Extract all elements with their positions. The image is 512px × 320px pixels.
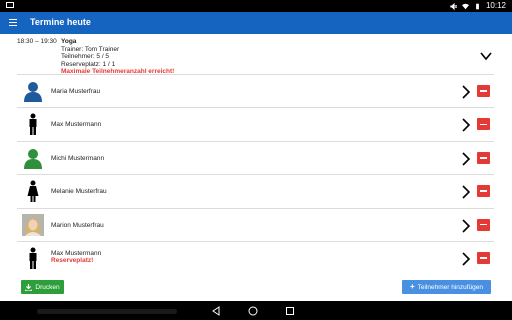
chevron-right-icon[interactable] (461, 252, 471, 266)
home-icon[interactable] (248, 306, 258, 316)
course-reserve: Reserveplatz: 1 / 1 (61, 60, 116, 68)
hamburger-menu-icon[interactable] (9, 19, 17, 27)
photo-avatar (22, 213, 44, 236)
chevron-right-icon[interactable] (461, 152, 471, 166)
participant-row[interactable]: Marion Musterfrau (17, 207, 494, 241)
chevron-right-icon[interactable] (461, 85, 471, 99)
chevron-right-icon[interactable] (461, 185, 471, 199)
participant-row[interactable]: Maria Musterfrau (17, 74, 494, 107)
remove-participant-button[interactable] (477, 251, 490, 264)
participant-name: Marion Musterfrau (51, 221, 104, 229)
male-figure-icon (29, 247, 37, 269)
participant-name: Melanie Musterfrau (51, 188, 107, 196)
participant-name-text: Max Mustermann (51, 249, 102, 257)
chevron-right-icon[interactable] (461, 218, 471, 233)
notification-icon (6, 2, 14, 8)
participant-row[interactable]: Max Mustermann (17, 107, 494, 140)
app-bar: Termine heute (0, 12, 512, 34)
chevron-right-icon[interactable] (461, 118, 471, 132)
reserve-label: Reserveplatz! (51, 257, 94, 265)
remove-participant-button[interactable] (477, 85, 490, 97)
print-button[interactable]: Drucken (21, 280, 64, 294)
add-participant-label: Teilnehmer hinzufügen (417, 283, 484, 291)
course-time: 18:30 – 19:30 (17, 38, 57, 45)
participant-name: Max Mustermann (51, 121, 102, 129)
system-nav-bar (0, 301, 512, 320)
remove-participant-button[interactable] (477, 185, 490, 198)
wifi-icon (461, 3, 469, 9)
course-trainer: Trainer: Tom Trainer (61, 45, 120, 53)
participant-row[interactable]: Melanie Musterfrau (17, 174, 494, 207)
remove-participant-button[interactable] (477, 118, 490, 131)
course-name: Yoga (61, 38, 77, 45)
chevron-down-icon[interactable] (480, 51, 492, 61)
download-icon (25, 283, 33, 291)
participant-name: Max Mustermann Reserveplatz! (51, 250, 101, 265)
nav-handle (37, 309, 177, 314)
participant-row[interactable]: Michi Mustermann (17, 140, 494, 174)
course-participants: Teilnehmer: 5 / 5 (61, 53, 110, 60)
clock: 10:12 (485, 1, 506, 10)
female-figure-icon (27, 180, 39, 203)
back-icon[interactable] (211, 306, 221, 316)
remove-participant-button[interactable] (477, 151, 490, 164)
print-button-label: Drucken (35, 283, 60, 291)
participant-name: Maria Musterfrau (51, 88, 101, 95)
battery-icon (476, 3, 479, 9)
mute-icon (450, 2, 457, 10)
male-figure-icon (29, 113, 37, 136)
status-bar: 10:12 (0, 0, 512, 12)
course-header[interactable]: 18:30 – 19:30 Yoga Trainer: Tom Trainer … (17, 38, 497, 78)
participant-list: Maria Musterfrau Max Mustermann Michi Mu… (17, 74, 494, 274)
person-blue-avatar-icon (24, 82, 42, 102)
participant-row[interactable]: Max Mustermann Reserveplatz! (17, 240, 494, 274)
add-participant-button[interactable]: + Teilnehmer hinzufügen (402, 280, 491, 294)
participant-name: Michi Mustermann (51, 154, 105, 162)
remove-participant-button[interactable] (477, 218, 490, 231)
plus-icon: + (409, 282, 415, 291)
main-content: 18:30 – 19:30 Yoga Trainer: Tom Trainer … (0, 34, 512, 301)
person-green-avatar-icon (24, 148, 42, 169)
recents-icon[interactable] (285, 306, 295, 316)
page-title: Termine heute (30, 17, 91, 27)
